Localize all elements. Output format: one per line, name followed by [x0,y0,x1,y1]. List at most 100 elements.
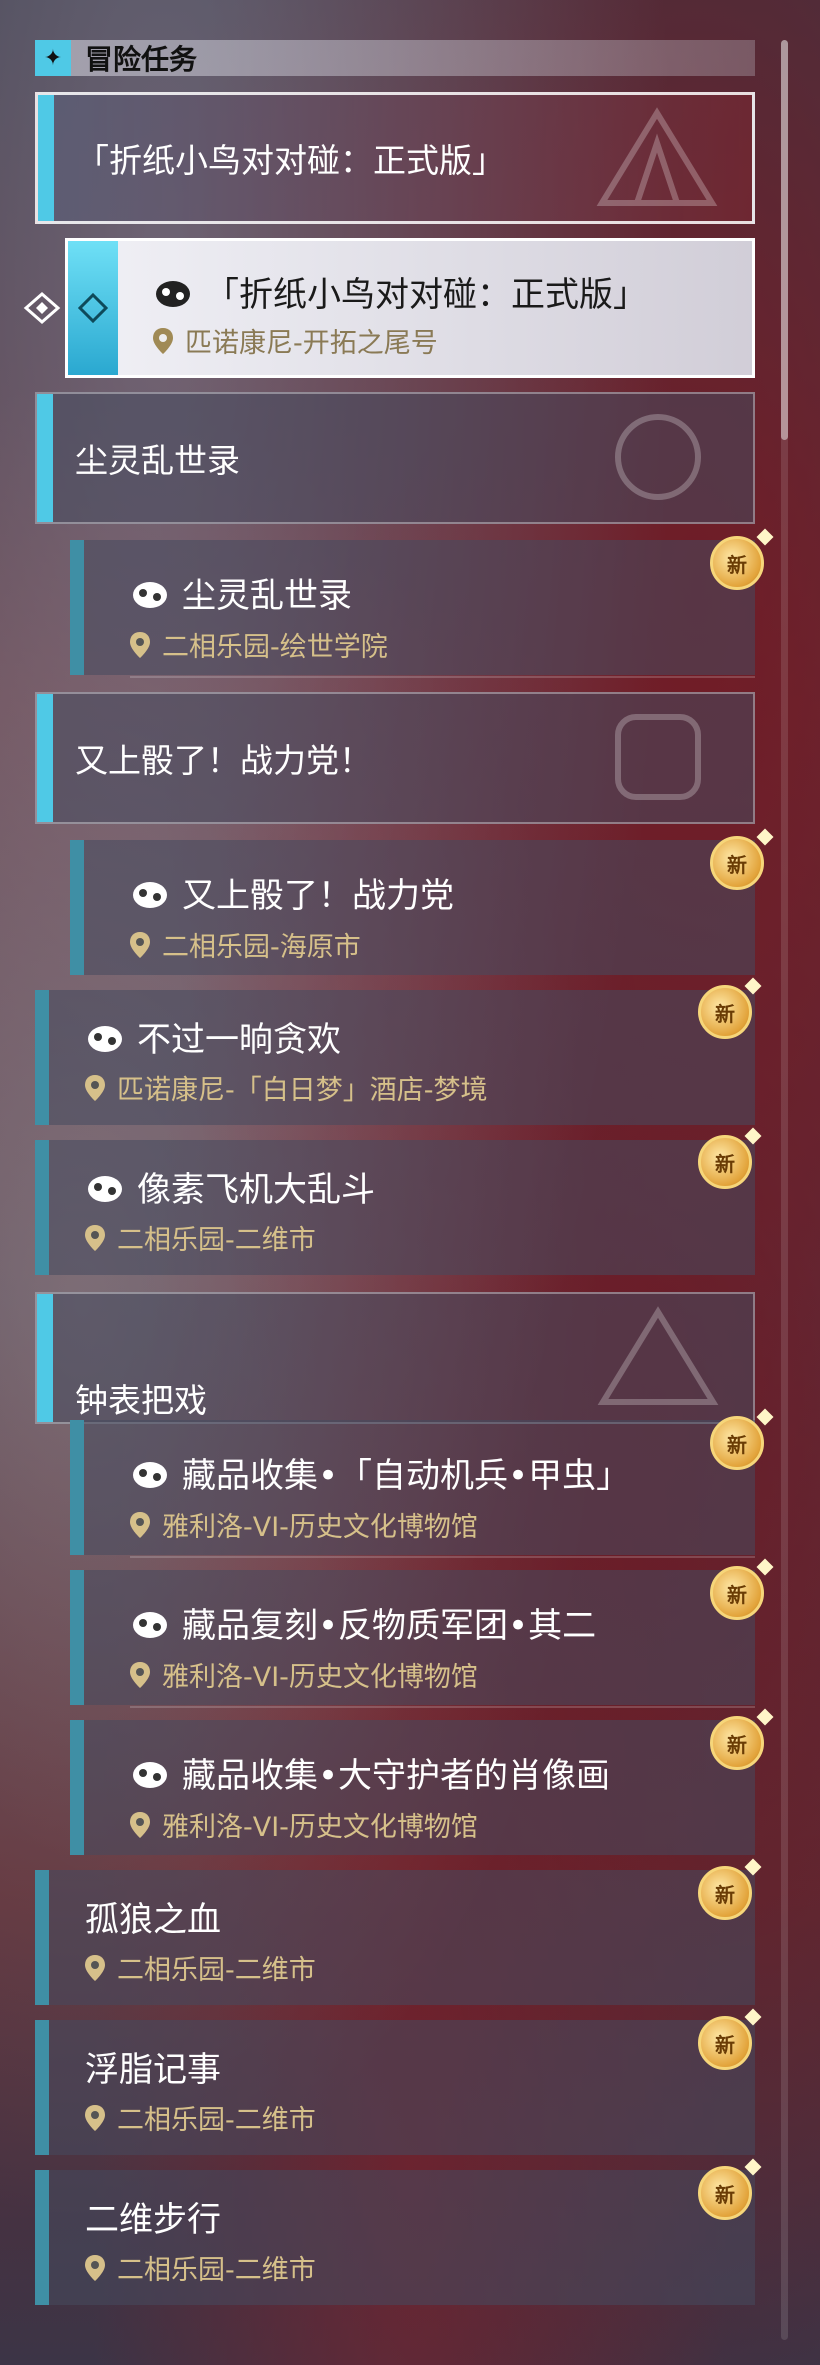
task-title: 不过一晌贪欢 [137,1020,341,1060]
task-title-row: 藏品收集•「自动机兵•甲虫」 [130,1448,630,1497]
location-pin-icon [85,1074,105,1101]
divider [130,1556,755,1558]
task-accent-bar [70,540,84,675]
task-location-row: 雅利洛-VI-历史文化博物馆 [130,1505,478,1544]
group-accent-bar [37,1294,53,1422]
group-emblem-icon [596,107,718,206]
location-pin-icon [130,931,150,958]
location-pin-icon [85,2254,105,2281]
game-controller-icon [88,1175,122,1202]
task-location-row: 二相乐园-绘世学院 [130,625,388,664]
task-title: 又上骰了！战力党 [182,876,454,916]
scrollbar-thumb[interactable] [781,40,788,440]
game-controller-icon [133,1611,167,1638]
task-location: 二相乐园-二维市 [117,1955,316,1986]
new-badge: 新 [698,985,752,1039]
task-location-row: 匹诺康尼-「白日梦」酒店-梦境 [85,1068,488,1107]
group-accent-bar [37,394,53,522]
location-pin-icon [153,327,173,354]
group-title: 又上骰了！战力党！ [75,741,372,780]
task-title: 藏品收集•大守护者的肖像画 [182,1756,611,1796]
task-location: 二相乐园-二维市 [117,2255,316,2286]
quest-group-dice-fight[interactable]: 又上骰了！战力党！ [35,692,755,824]
new-badge: 新 [698,2166,752,2220]
task-pixel-planes[interactable]: 像素飞机大乱斗 二相乐园-二维市 [35,1140,755,1275]
new-badge: 新 [710,1566,764,1620]
task-dice-fight[interactable]: 又上骰了！战力党 二相乐园-海原市 [70,840,755,975]
group-emblem-icon [615,714,701,800]
task-title: 「折纸小鸟对对碰：正式版」 [205,275,647,315]
task-location: 二相乐园-海原市 [162,932,361,963]
group-title: 钟表把戏 [75,1381,207,1420]
location-pin-icon [85,1954,105,1981]
task-location: 匹诺康尼-开拓之尾号 [185,328,438,359]
task-accent-bar [35,990,49,1125]
task-title-row: 浮脂记事 [85,2042,221,2091]
new-badge: 新 [710,836,764,890]
location-pin-icon [85,2104,105,2131]
task-title: 孤狼之血 [85,1900,221,1940]
task-title: 藏品复刻•反物质军团•其二 [182,1606,597,1646]
group-title: 「折纸小鸟对对碰：正式版」 [76,141,505,180]
location-pin-icon [130,1661,150,1688]
task-replica-antimatter[interactable]: 藏品复刻•反物质军团•其二 雅利洛-VI-历史文化博物馆 [70,1570,755,1705]
new-badge: 新 [698,1866,752,1920]
task-title-row: 藏品复刻•反物质军团•其二 [130,1598,596,1647]
task-active-origami-birds[interactable]: 「折纸小鸟对对碰：正式版」 匹诺康尼-开拓之尾号 [65,238,755,378]
task-title: 二维步行 [85,2200,221,2240]
task-accent-bar [35,1870,49,2005]
compass-star-icon: ✦ [35,40,71,76]
task-location-row: 二相乐园-二维市 [85,2248,316,2287]
game-controller-icon [133,881,167,908]
task-title-row: 不过一晌贪欢 [85,1012,341,1061]
group-title: 尘灵乱世录 [75,441,240,480]
task-title: 尘灵乱世录 [182,576,352,616]
task-collect-beetle[interactable]: 藏品收集•「自动机兵•甲虫」 雅利洛-VI-历史文化博物馆 [70,1420,755,1555]
task-title-row: 像素飞机大乱斗 [85,1162,375,1211]
task-fat-chronicle[interactable]: 浮脂记事 二相乐园-二维市 [35,2020,755,2155]
task-title: 藏品收集•「自动机兵•甲虫」 [182,1456,631,1496]
task-accent-bar [70,1720,84,1855]
task-location: 二相乐园-二维市 [117,2105,316,2136]
section-header: ✦ 冒险任务 [35,40,755,76]
new-badge: 新 [710,1716,764,1770]
task-accent-bar [35,2020,49,2155]
task-title-row: 孤狼之血 [85,1892,221,1941]
task-accent-bar [70,1570,84,1705]
selection-pointer-icon [23,292,61,324]
quest-group-clock-tricks[interactable]: 钟表把戏 [35,1292,755,1424]
game-controller-icon [133,1461,167,1488]
location-pin-icon [130,1811,150,1838]
task-fleeting-joy[interactable]: 不过一晌贪欢 匹诺康尼-「白日梦」酒店-梦境 [35,990,755,1125]
task-location-row: 二相乐园-二维市 [85,2098,316,2137]
game-controller-icon [133,581,167,608]
task-accent-bar [70,1420,84,1555]
task-lone-wolf-blood[interactable]: 孤狼之血 二相乐园-二维市 [35,1870,755,2005]
group-accent-bar [37,694,53,822]
task-title-row: 藏品收集•大守护者的肖像画 [130,1748,610,1797]
task-dust-chaos[interactable]: 尘灵乱世录 二相乐园-绘世学院 [70,540,755,675]
task-title-row: 「折纸小鸟对对碰：正式版」 [153,267,647,316]
quest-group-dust-chaos[interactable]: 尘灵乱世录 [35,392,755,524]
task-location-row: 二相乐园-海原市 [130,925,361,964]
new-badge: 新 [710,1416,764,1470]
scrollbar[interactable] [781,40,788,2340]
group-emblem-icon [597,1306,719,1405]
task-2d-walk[interactable]: 二维步行 二相乐园-二维市 [35,2170,755,2305]
task-location-row: 雅利洛-VI-历史文化博物馆 [130,1805,478,1844]
task-accent-bar [35,1140,49,1275]
task-location: 雅利洛-VI-历史文化博物馆 [162,1812,478,1843]
task-location-row: 雅利洛-VI-历史文化博物馆 [130,1655,478,1694]
game-controller-icon [156,280,190,307]
group-emblem-icon [615,414,701,500]
task-location-row: 二相乐园-二维市 [85,1218,316,1257]
task-collect-portrait[interactable]: 藏品收集•大守护者的肖像画 雅利洛-VI-历史文化博物馆 [70,1720,755,1855]
task-location: 二相乐园-绘世学院 [162,632,388,663]
task-accent-bar [70,840,84,975]
location-pin-icon [130,631,150,658]
task-location: 雅利洛-VI-历史文化博物馆 [162,1662,478,1693]
task-location: 二相乐园-二维市 [117,1225,316,1256]
quest-group-origami-birds[interactable]: 「折纸小鸟对对碰：正式版」 [35,92,755,224]
group-accent-bar [38,95,54,221]
section-title: 冒险任务 [85,43,198,76]
